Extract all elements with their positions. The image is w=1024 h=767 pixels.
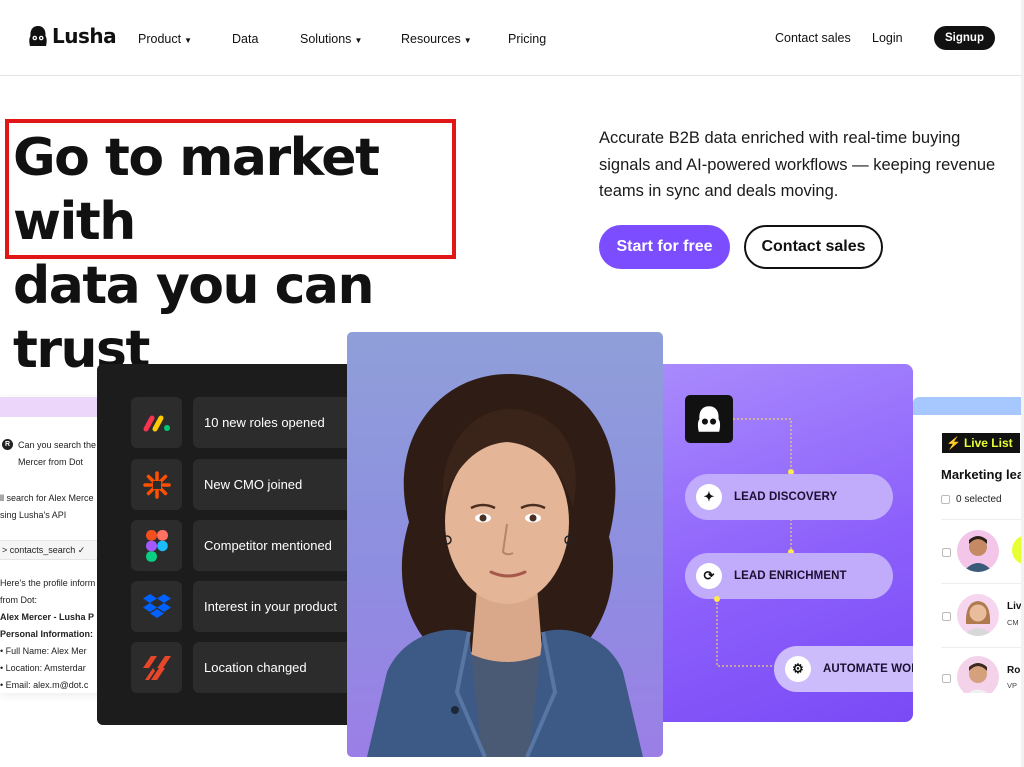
row-checkbox[interactable] [942,674,951,683]
signal-item: 10 new roles opened [193,397,357,448]
chevron-down-icon: ▼ [184,35,193,45]
avatar [957,656,999,693]
site-header: Lusha Product ▼ Data Solutions ▼ Resourc… [0,0,1024,76]
workflow-step-label: AUTOMATE WOR [823,663,913,675]
buying-signals-card: 10 new roles opened New CMO joined Compe… [97,364,357,725]
zapier-logo-icon [131,459,182,510]
chat-bullet: • Email: alex.m@dot.c [0,680,89,690]
nav-solutions-label: Solutions [300,32,352,46]
selection-count: 0 selected [941,494,1002,505]
nav-product-label: Product [138,32,182,46]
nav-pricing-label: Pricing [508,32,547,46]
ai-chat-card: R Can you search the Mercer from Dot ll … [0,397,110,693]
signup-button[interactable]: Signup [934,26,995,50]
dropbox-logo-icon [131,581,182,632]
lusha-mascot-icon [29,26,47,46]
chat-query: Mercer from Dot [18,457,84,467]
login-link[interactable]: Login [872,31,903,45]
live-list-badge-label: Live List [963,436,1013,450]
live-list-badge: ⚡ Live List [942,433,1020,453]
lusha-logo[interactable]: Lusha [28,24,117,48]
contact-sales-button[interactable]: Contact sales [744,225,883,269]
selection-count-label: 0 selected [956,494,1002,505]
workflow-step: ⚙ AUTOMATE WOR [774,646,913,692]
avatar [957,594,999,636]
divider [941,519,1024,520]
chat-bullet: • Location: Amsterdar [0,663,86,673]
chat-reply: ll search for Alex Merce [0,493,94,503]
list-card-header [913,397,1024,415]
list-title: Marketing lea [941,467,1024,482]
contact-name: Ro [1007,665,1021,676]
figma-logo-icon [131,520,182,571]
select-all-checkbox[interactable] [941,495,950,504]
tool-call-command: > contacts_search ✓ [2,545,86,555]
headline-line-2: data you can trust [13,256,375,380]
chat-profile: Here's the profile inform [0,578,96,588]
contact-sales-link[interactable]: Contact sales [775,31,851,45]
tool-call-row: > contacts_search ✓ [0,540,110,560]
ai-workflow-card: ✦ LEAD DISCOVERY ⟳ LEAD ENRICHMENT ⚙ AUT… [663,364,913,722]
workflow-step: ✦ LEAD DISCOVERY [685,474,893,520]
chevron-down-icon: ▼ [354,35,363,45]
contact-role: CM [1007,618,1019,627]
signal-item: Location changed [193,642,357,693]
row-checkbox[interactable] [942,548,951,557]
stripes-logo-icon [131,642,182,693]
gear-icon: ⚙ [785,656,811,682]
nav-data[interactable]: Data [232,32,258,46]
nav-solutions[interactable]: Solutions ▼ [300,32,362,46]
user-avatar: R [2,439,13,450]
contact-role: VP [1007,681,1018,690]
chat-query: Can you search the [18,440,97,450]
start-for-free-button[interactable]: Start for free [599,225,730,269]
row-checkbox[interactable] [942,612,951,621]
nav-resources-label: Resources [401,32,461,46]
hero-portrait-photo [347,332,663,757]
chat-bullet: • Full Name: Alex Mer [0,646,87,656]
lusha-mascot-icon [685,395,733,443]
nav-pricing[interactable]: Pricing [508,32,546,46]
headline-line-1: Go to market with [13,128,380,252]
refresh-check-icon: ⟳ [696,563,722,589]
nav-resources[interactable]: Resources ▼ [401,32,472,46]
sparkle-icon: ✦ [696,484,722,510]
workflow-step: ⟳ LEAD ENRICHMENT [685,553,893,599]
woman-portrait-illustration [367,373,643,757]
chevron-down-icon: ▼ [463,35,472,45]
signal-item: Competitor mentioned [193,520,357,571]
monday-logo-icon [131,397,182,448]
chat-reply: sing Lusha's API [0,510,67,520]
chat-card-header [0,397,110,417]
nav-data-label: Data [232,32,259,46]
chat-profile-name: Alex Mercer - Lusha P [0,612,95,622]
signal-item: Interest in your product [193,581,357,632]
chat-profile: from Dot: [0,595,38,605]
hero-subtext: Accurate B2B data enriched with real-tim… [599,129,996,200]
signal-item: New CMO joined [193,459,357,510]
lightning-icon: ⚡ [946,436,961,450]
nav-product[interactable]: Product ▼ [138,32,192,46]
contact-name: Liv [1007,601,1022,612]
live-list-card: ⚡ Live List Marketing lea 0 selected Liv… [913,397,1024,693]
brand-name: Lusha [52,24,117,48]
avatar [957,530,999,572]
workflow-step-label: LEAD ENRICHMENT [734,570,847,582]
connector-dot [714,596,720,602]
divider [941,583,1024,584]
divider [941,647,1024,648]
workflow-step-label: LEAD DISCOVERY [734,491,838,503]
chat-personal-header: Personal Information: [0,629,94,639]
